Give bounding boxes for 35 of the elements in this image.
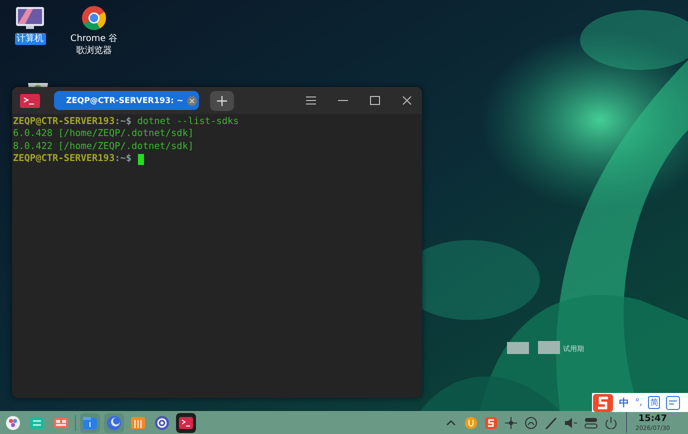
computer-icon [13,5,47,31]
launcher-icon [4,414,22,432]
pen-icon[interactable] [544,416,558,428]
prompt-user: ZEQP@CTR-SERVER193 [13,153,115,166]
clock-time[interactable]: 15:47 [638,415,668,424]
prompt-user: ZEQP@CTR-SERVER193 [13,116,115,128]
prompt-sign: $ [126,153,132,166]
taskbar-app[interactable] [176,412,196,432]
output-line: 8.0.422 [/home/ZEQP/.dotnet/sdk] [13,140,195,154]
terminal-tab[interactable]: ZEQP@CTR-SERVER193: ~ [54,91,199,110]
prompt-path: :~ [114,116,126,128]
redaction-block [507,342,529,354]
plus-icon[interactable] [217,96,227,106]
input-mode-toggle[interactable]: 中 [619,396,629,410]
prompt-path: :~ [114,153,126,166]
icon-label[interactable]: Chrome 谷歌浏览器 [68,33,120,57]
close-icon[interactable] [402,96,412,105]
command-text: dotnet --list-sdks [136,116,239,128]
power-icon[interactable] [604,416,618,428]
output-line: 6.0.428 [/home/ZEQP/.dotnet/sdk] [13,128,195,141]
menu-icon[interactable] [306,96,316,105]
script-toggle[interactable]: 简 [648,396,660,409]
icon-label[interactable]: 计算机 [14,33,46,45]
punctuation-toggle[interactable]: °, [635,398,642,408]
terminal-icon [20,94,40,108]
gear-icon [153,414,171,432]
volume-icon[interactable] [564,416,578,428]
moon-icon [105,414,123,432]
keyboard-icon[interactable] [666,396,680,410]
toggle-icon[interactable] [584,416,598,428]
maximize-icon[interactable] [370,96,380,105]
u-logo-icon[interactable] [464,416,478,428]
redaction-block [538,341,560,354]
prompt-sign: $ [126,116,132,128]
sogou-icon[interactable] [484,416,498,428]
